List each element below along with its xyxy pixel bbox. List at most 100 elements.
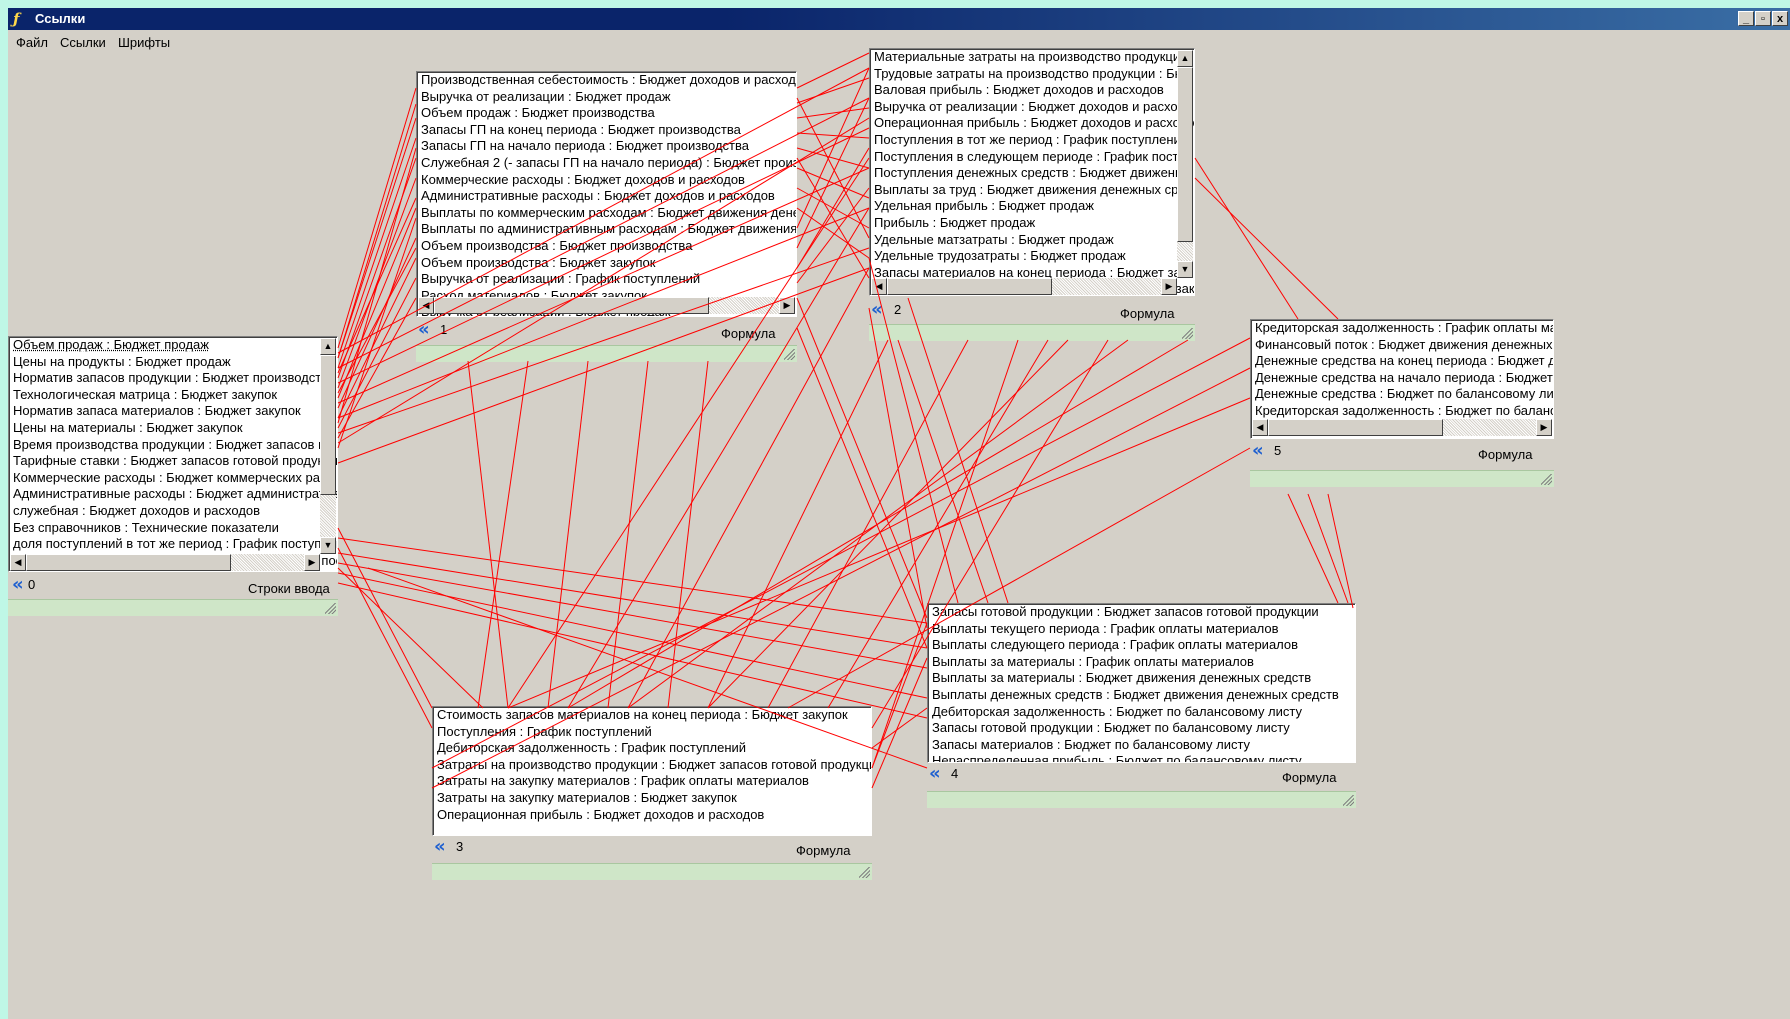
list-item[interactable]: Дебиторская задолженность : Бюджет по ба… bbox=[928, 704, 1355, 721]
panel-1-hscroll[interactable]: ◀ ▶ bbox=[418, 297, 795, 314]
panel-2[interactable]: Материальные затраты на производство про… bbox=[869, 48, 1195, 341]
list-item[interactable]: Тарифные ставки : Бюджет запасов готовой… bbox=[9, 453, 337, 470]
list-item[interactable]: Выплаты следующего периода : График опла… bbox=[928, 637, 1355, 654]
list-item[interactable]: доля поступлений в тот же период : Графи… bbox=[9, 536, 337, 553]
scroll-up-icon[interactable]: ▲ bbox=[1177, 50, 1193, 67]
list-item[interactable]: Запасы готовой продукции : Бюджет по бал… bbox=[928, 720, 1355, 737]
panel-3-list[interactable]: Стоимость запасов материалов на конец пе… bbox=[432, 706, 872, 836]
restore-button[interactable]: ▫ bbox=[1755, 11, 1771, 26]
panel-0-list[interactable]: Объем продаж : Бюджет продаж Цены на прод… bbox=[8, 336, 338, 572]
list-item[interactable]: Операционная прибыль : Бюджет доходов и … bbox=[870, 115, 1194, 132]
list-item[interactable]: Денежные средства : Бюджет по балансовом… bbox=[1251, 386, 1553, 403]
list-item[interactable]: Запасы ГП на начало периода : Бюджет про… bbox=[417, 138, 796, 155]
scroll-left-icon[interactable]: ◀ bbox=[418, 297, 434, 314]
scroll-right-icon[interactable]: ▶ bbox=[779, 297, 795, 314]
menu-fonts[interactable]: Шрифты bbox=[118, 35, 170, 50]
panel-4[interactable]: Запасы готовой продукции : Бюджет запасо… bbox=[927, 603, 1356, 814]
panel-5-formula-button[interactable]: Формула bbox=[1478, 447, 1532, 462]
panel-0-hscroll[interactable]: ◀ ▶ bbox=[10, 554, 320, 571]
list-item[interactable]: Поступления денежных средств : Бюджет дв… bbox=[870, 165, 1194, 182]
scroll-right-icon[interactable]: ▶ bbox=[1161, 278, 1177, 295]
list-item[interactable]: Кредиторская задолженность : Бюджет по б… bbox=[1251, 403, 1553, 420]
panel-5-hscroll[interactable]: ◀ ▶ bbox=[1252, 419, 1552, 436]
list-item[interactable]: Поступления : График поступлений bbox=[433, 724, 871, 741]
list-item[interactable]: Стоимость запасов материалов на конец пе… bbox=[433, 707, 871, 724]
close-button[interactable]: x bbox=[1772, 11, 1788, 26]
list-item[interactable]: Удельные трудозатраты : Бюджет продаж bbox=[870, 248, 1194, 265]
panel-1-hscroll-thumb[interactable] bbox=[434, 297, 709, 314]
minimize-button[interactable]: _ bbox=[1738, 11, 1754, 26]
list-item[interactable]: Денежные средства на начало периода : Бю… bbox=[1251, 370, 1553, 387]
list-item[interactable]: Объем производства : Бюджет закупок bbox=[417, 255, 796, 272]
panel-2-formula-button[interactable]: Формула bbox=[1120, 306, 1174, 321]
list-item[interactable]: Операционная прибыль : Бюджет доходов и … bbox=[433, 807, 871, 824]
list-item[interactable]: Объем продаж : Бюджет продаж bbox=[9, 337, 337, 354]
panel-1-list[interactable]: Производственная себестоимость : Бюджет … bbox=[416, 71, 797, 317]
list-item[interactable]: Технологическая матрица : Бюджет закупок bbox=[9, 387, 337, 404]
scroll-down-icon[interactable]: ▼ bbox=[1177, 261, 1193, 278]
list-item[interactable]: Материальные затраты на производство про… bbox=[870, 49, 1194, 66]
list-item[interactable]: Поступления в следующем периоде : График… bbox=[870, 149, 1194, 166]
list-item[interactable]: Выплаты по коммерческим расходам : Бюдже… bbox=[417, 205, 796, 222]
list-item[interactable]: Административные расходы : Бюджет админи… bbox=[9, 486, 337, 503]
panel-1-formula-button[interactable]: Формула bbox=[721, 326, 775, 341]
list-item[interactable]: Удельная прибыль : Бюджет продаж bbox=[870, 198, 1194, 215]
panel-2-list[interactable]: Материальные затраты на производство про… bbox=[869, 48, 1195, 296]
panel-2-vscroll-thumb[interactable] bbox=[1177, 67, 1193, 242]
list-item[interactable]: Запасы готовой продукции : Бюджет запасо… bbox=[928, 604, 1355, 621]
resize-grip-icon[interactable] bbox=[1343, 795, 1354, 806]
panel-3-formula-button[interactable]: Формула bbox=[796, 843, 850, 858]
panel-0-hscroll-thumb[interactable] bbox=[26, 554, 231, 571]
panel-3[interactable]: Стоимость запасов материалов на конец пе… bbox=[432, 706, 872, 888]
scroll-right-icon[interactable]: ▶ bbox=[304, 554, 320, 571]
panel-4-formula-button[interactable]: Формула bbox=[1282, 770, 1336, 785]
scroll-left-icon[interactable]: ◀ bbox=[1252, 419, 1268, 436]
list-item[interactable]: Затраты на закупку материалов : Бюджет з… bbox=[433, 790, 871, 807]
collapse-chevrons-icon[interactable]: « bbox=[1252, 442, 1272, 460]
list-item[interactable]: Служебная 2 (- запасы ГП на начало перио… bbox=[417, 155, 796, 172]
list-item[interactable]: Коммерческие расходы : Бюджет доходов и … bbox=[417, 172, 796, 189]
scroll-down-icon[interactable]: ▼ bbox=[320, 537, 336, 554]
scroll-left-icon[interactable]: ◀ bbox=[10, 554, 26, 571]
list-item[interactable]: Коммерческие расходы : Бюджет коммерческ… bbox=[9, 470, 337, 487]
list-item[interactable]: Выплаты денежных средств : Бюджет движен… bbox=[928, 687, 1355, 704]
resize-grip-icon[interactable] bbox=[1541, 474, 1552, 485]
panel-0-vscroll[interactable]: ▲ ▼ bbox=[320, 338, 336, 554]
scroll-left-icon[interactable]: ◀ bbox=[871, 278, 887, 295]
list-item[interactable]: Производственная себестоимость : Бюджет … bbox=[417, 72, 796, 89]
scroll-right-icon[interactable]: ▶ bbox=[1536, 419, 1552, 436]
list-item[interactable]: Поступления в тот же период : График пос… bbox=[870, 132, 1194, 149]
list-item[interactable]: Запасы материалов : Бюджет по балансовом… bbox=[928, 737, 1355, 754]
list-item[interactable]: Выплаты по административным расходам : Б… bbox=[417, 221, 796, 238]
list-item[interactable]: Денежные средства на конец периода : Бюд… bbox=[1251, 353, 1553, 370]
list-item[interactable]: Валовая прибыль : Бюджет доходов и расхо… bbox=[870, 82, 1194, 99]
panel-0-input-rows-button[interactable]: Строки ввода bbox=[248, 581, 330, 596]
list-item[interactable]: Норматив запаса материалов : Бюджет заку… bbox=[9, 403, 337, 420]
resize-grip-icon[interactable] bbox=[325, 603, 336, 614]
list-item[interactable]: Время производства продукции : Бюджет за… bbox=[9, 437, 337, 454]
list-item[interactable]: Объем производства : Бюджет производства bbox=[417, 238, 796, 255]
list-item[interactable]: Без справочников : Технические показател… bbox=[9, 520, 337, 537]
panel-4-list[interactable]: Запасы готовой продукции : Бюджет запасо… bbox=[927, 603, 1356, 763]
list-item[interactable]: Норматив запасов продукции : Бюджет прои… bbox=[9, 370, 337, 387]
list-item[interactable]: Выплаты за материалы : График оплаты мат… bbox=[928, 654, 1355, 671]
collapse-chevrons-icon[interactable]: « bbox=[929, 765, 949, 783]
collapse-chevrons-icon[interactable]: « bbox=[871, 301, 891, 319]
list-item[interactable]: Выручка от реализации : Бюджет продаж bbox=[417, 89, 796, 106]
panel-0-vscroll-thumb[interactable] bbox=[320, 355, 336, 495]
list-item[interactable]: Нераспределенная прибыль : Бюджет по бал… bbox=[928, 753, 1355, 762]
resize-grip-icon[interactable] bbox=[784, 349, 795, 360]
panel-2-hscroll[interactable]: ◀ ▶ bbox=[871, 278, 1177, 295]
scroll-up-icon[interactable]: ▲ bbox=[320, 338, 336, 355]
list-item[interactable]: Удельные матзатраты : Бюджет продаж bbox=[870, 232, 1194, 249]
menu-links[interactable]: Ссылки bbox=[60, 35, 106, 50]
title-bar[interactable]: ƒ Ссылки _ ▫ x bbox=[8, 8, 1790, 30]
list-item[interactable]: Объем продаж : Бюджет производства bbox=[417, 105, 796, 122]
panel-0[interactable]: Объем продаж : Бюджет продаж Цены на прод… bbox=[8, 336, 338, 616]
panel-1[interactable]: Производственная себестоимость : Бюджет … bbox=[416, 71, 797, 362]
list-item[interactable]: Цены на материалы : Бюджет закупок bbox=[9, 420, 337, 437]
list-item[interactable]: Кредиторская задолженность : График опла… bbox=[1251, 320, 1553, 337]
panel-2-vscroll[interactable]: ▲ ▼ bbox=[1177, 50, 1193, 278]
collapse-chevrons-icon[interactable]: « bbox=[434, 838, 454, 856]
collapse-chevrons-icon[interactable]: « bbox=[418, 321, 438, 339]
